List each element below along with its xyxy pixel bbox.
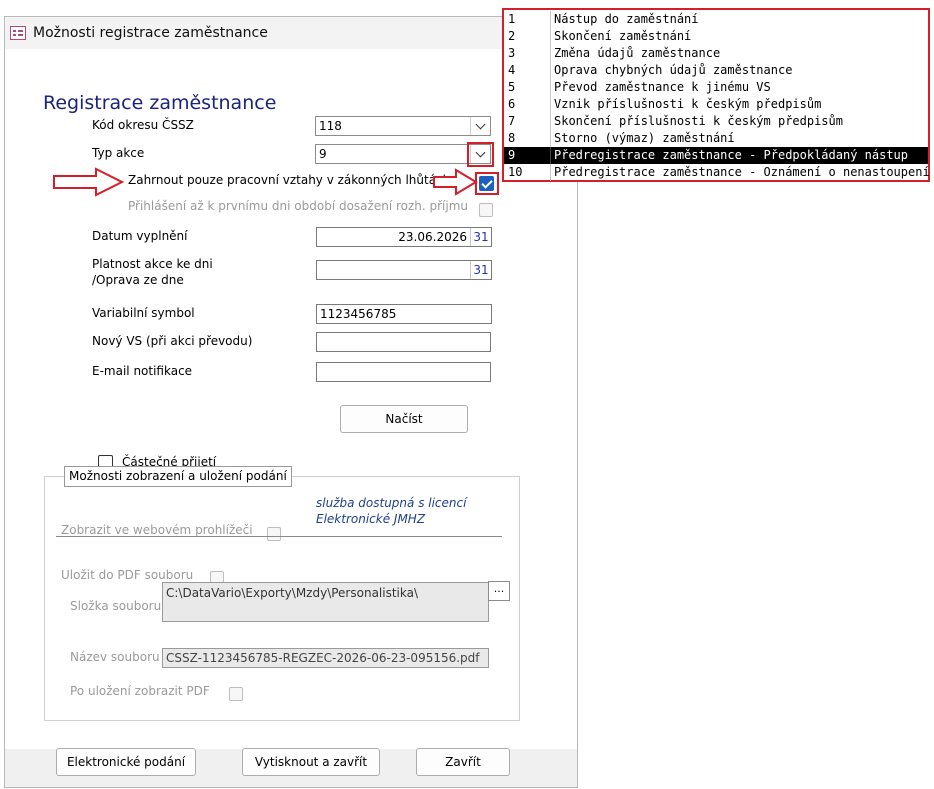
list-item-code: 3 (508, 46, 516, 60)
list-item-code: 2 (508, 29, 516, 43)
list-item[interactable]: 3 Změna údajů zaměstnance (504, 45, 928, 62)
folder-field[interactable]: C:\DataVario\Exporty\Mzdy\Personalistika… (162, 582, 489, 622)
list-item-text: Nástup do zaměstnání (554, 12, 699, 26)
folder-label: Složka souboru (70, 599, 162, 613)
page-title: Registrace zaměstnance (43, 92, 277, 114)
filename-value: CSSZ-1123456785-REGZEC-2026-06-23-095156… (166, 651, 480, 665)
var-symbol-label: Variabilní symbol (92, 306, 195, 320)
date-filled-label: Datum vyplnění (92, 229, 188, 243)
browser-label: Zobrazit ve webovém prohlížeči (61, 523, 253, 537)
list-item-text: Předregistrace zaměstnance - Oznámení o … (554, 165, 930, 179)
title-bar: Možnosti registrace zaměstnance (5, 17, 577, 50)
annotation-arrow-left-icon (53, 167, 124, 197)
list-item-code: 7 (508, 114, 516, 128)
list-item-text: Změna údajů zaměstnance (554, 46, 721, 60)
var-symbol-field[interactable]: 1123456785 (316, 304, 492, 324)
list-item-code: 1 (508, 12, 516, 26)
valid-from-label-2: /Oprava ze dne (92, 273, 184, 287)
window-title: Možnosti registrace zaměstnance (33, 25, 268, 41)
list-item-selected[interactable]: 9 Předregistrace zaměstnance - Předpoklád… (504, 147, 928, 164)
electronic-submit-button[interactable]: Elektronické podání (56, 748, 196, 776)
first-day-checkbox[interactable] (479, 203, 493, 217)
browser-checkbox[interactable] (267, 527, 281, 541)
district-dropdown-button[interactable] (470, 117, 490, 135)
list-item-text: Předregistrace zaměstnance - Předpokláda… (554, 148, 909, 162)
load-button[interactable]: Načíst (340, 405, 468, 433)
list-item-text: Skončení příslušnosti k českým předpisům (554, 114, 843, 128)
email-label: E-mail notifikace (92, 364, 193, 378)
list-item[interactable]: 10 Předregistrace zaměstnance - Oznámení … (504, 164, 930, 181)
district-value: 118 (319, 119, 342, 133)
new-vs-field[interactable] (316, 332, 491, 352)
district-combo[interactable]: 118 (315, 116, 491, 136)
var-symbol-value: 1123456785 (320, 307, 397, 321)
calendar-icon[interactable]: 31 (470, 228, 491, 246)
form-icon (10, 26, 26, 40)
list-item-text: Vznik příslušnosti k českým předpisům (554, 97, 822, 111)
date-filled-value: 23.06.2026 (398, 230, 467, 244)
list-item-code: 9 (508, 148, 516, 162)
list-item[interactable]: 8 Storno (výmaz) zaměstnání (504, 130, 928, 147)
list-item-code: 6 (508, 97, 516, 111)
list-item[interactable]: 4 Oprava chybných údajů zaměstnance (504, 62, 928, 79)
annotation-arrow-right-icon (433, 168, 478, 196)
print-close-button[interactable]: Vytisknout a zavřít (242, 748, 380, 776)
show-after-label: Po uložení zobrazit PDF (70, 684, 210, 698)
new-vs-label: Nový VS (při akci převodu) (92, 334, 253, 348)
list-item[interactable]: 7 Skončení příslušnosti k českým předpisů… (504, 113, 928, 130)
list-item-text: Skončení zaměstnání (554, 29, 692, 43)
list-item-text: Storno (výmaz) zaměstnání (554, 131, 735, 145)
filename-label: Název souboru (70, 650, 160, 664)
browse-folder-button[interactable]: ... (488, 581, 510, 601)
show-after-checkbox[interactable] (229, 687, 243, 701)
divider (56, 536, 502, 537)
close-button[interactable]: Zavřít (416, 748, 510, 776)
district-label: Kód okresu ČSSZ (92, 118, 194, 132)
only-legal-label: Zahrnout pouze pracovní vztahy v zákonný… (128, 173, 451, 187)
annotation-box-dropdown (467, 142, 494, 167)
only-legal-checkbox[interactable] (479, 176, 494, 191)
list-item-text: Převod zaměstnance k jinému VS (554, 80, 771, 94)
list-item-code: 4 (508, 63, 516, 77)
license-note-line-1: služba dostupná s licencí (316, 496, 467, 510)
chevron-down-icon (475, 119, 486, 130)
valid-from-field[interactable]: 31 (316, 260, 492, 280)
license-note-line-2: Elektronické JMHZ (316, 512, 426, 526)
action-type-label: Typ akce (92, 146, 145, 160)
list-item[interactable]: 5 Převod zaměstnance k jinému VS (504, 79, 928, 96)
list-item[interactable]: 2 Skončení zaměstnání (504, 28, 928, 45)
action-type-list: 1 Nástup do zaměstnání 2 Skončení zaměstná… (502, 8, 930, 182)
list-item-code: 8 (508, 131, 516, 145)
action-type-combo[interactable]: 9 (315, 144, 491, 164)
date-filled-field[interactable]: 23.06.2026 31 (316, 227, 492, 247)
list-item-code: 10 (508, 165, 523, 179)
action-type-value: 9 (319, 147, 327, 161)
list-item[interactable]: 6 Vznik příslušnosti k českým předpisům (504, 96, 928, 113)
license-note: služba dostupná s licencí Elektronické J… (316, 495, 466, 527)
list-item[interactable]: 1 Nástup do zaměstnání (504, 11, 928, 28)
valid-from-label-1: Platnost akce ke dni (92, 257, 213, 271)
first-day-label: Přihlášení až k prvnímu dni období dosaž… (128, 199, 469, 213)
list-item-text: Oprava chybných údajů zaměstnance (554, 63, 793, 77)
filename-field[interactable]: CSSZ-1123456785-REGZEC-2026-06-23-095156… (162, 648, 489, 668)
output-options-legend: Možnosti zobrazení a uložení podání (64, 466, 292, 487)
list-item-code: 5 (508, 80, 516, 94)
folder-value: C:\DataVario\Exporty\Mzdy\Personalistika… (166, 586, 419, 600)
email-field[interactable] (316, 362, 491, 382)
save-pdf-label: Uložit do PDF souboru (61, 568, 194, 582)
calendar-icon[interactable]: 31 (470, 261, 491, 279)
